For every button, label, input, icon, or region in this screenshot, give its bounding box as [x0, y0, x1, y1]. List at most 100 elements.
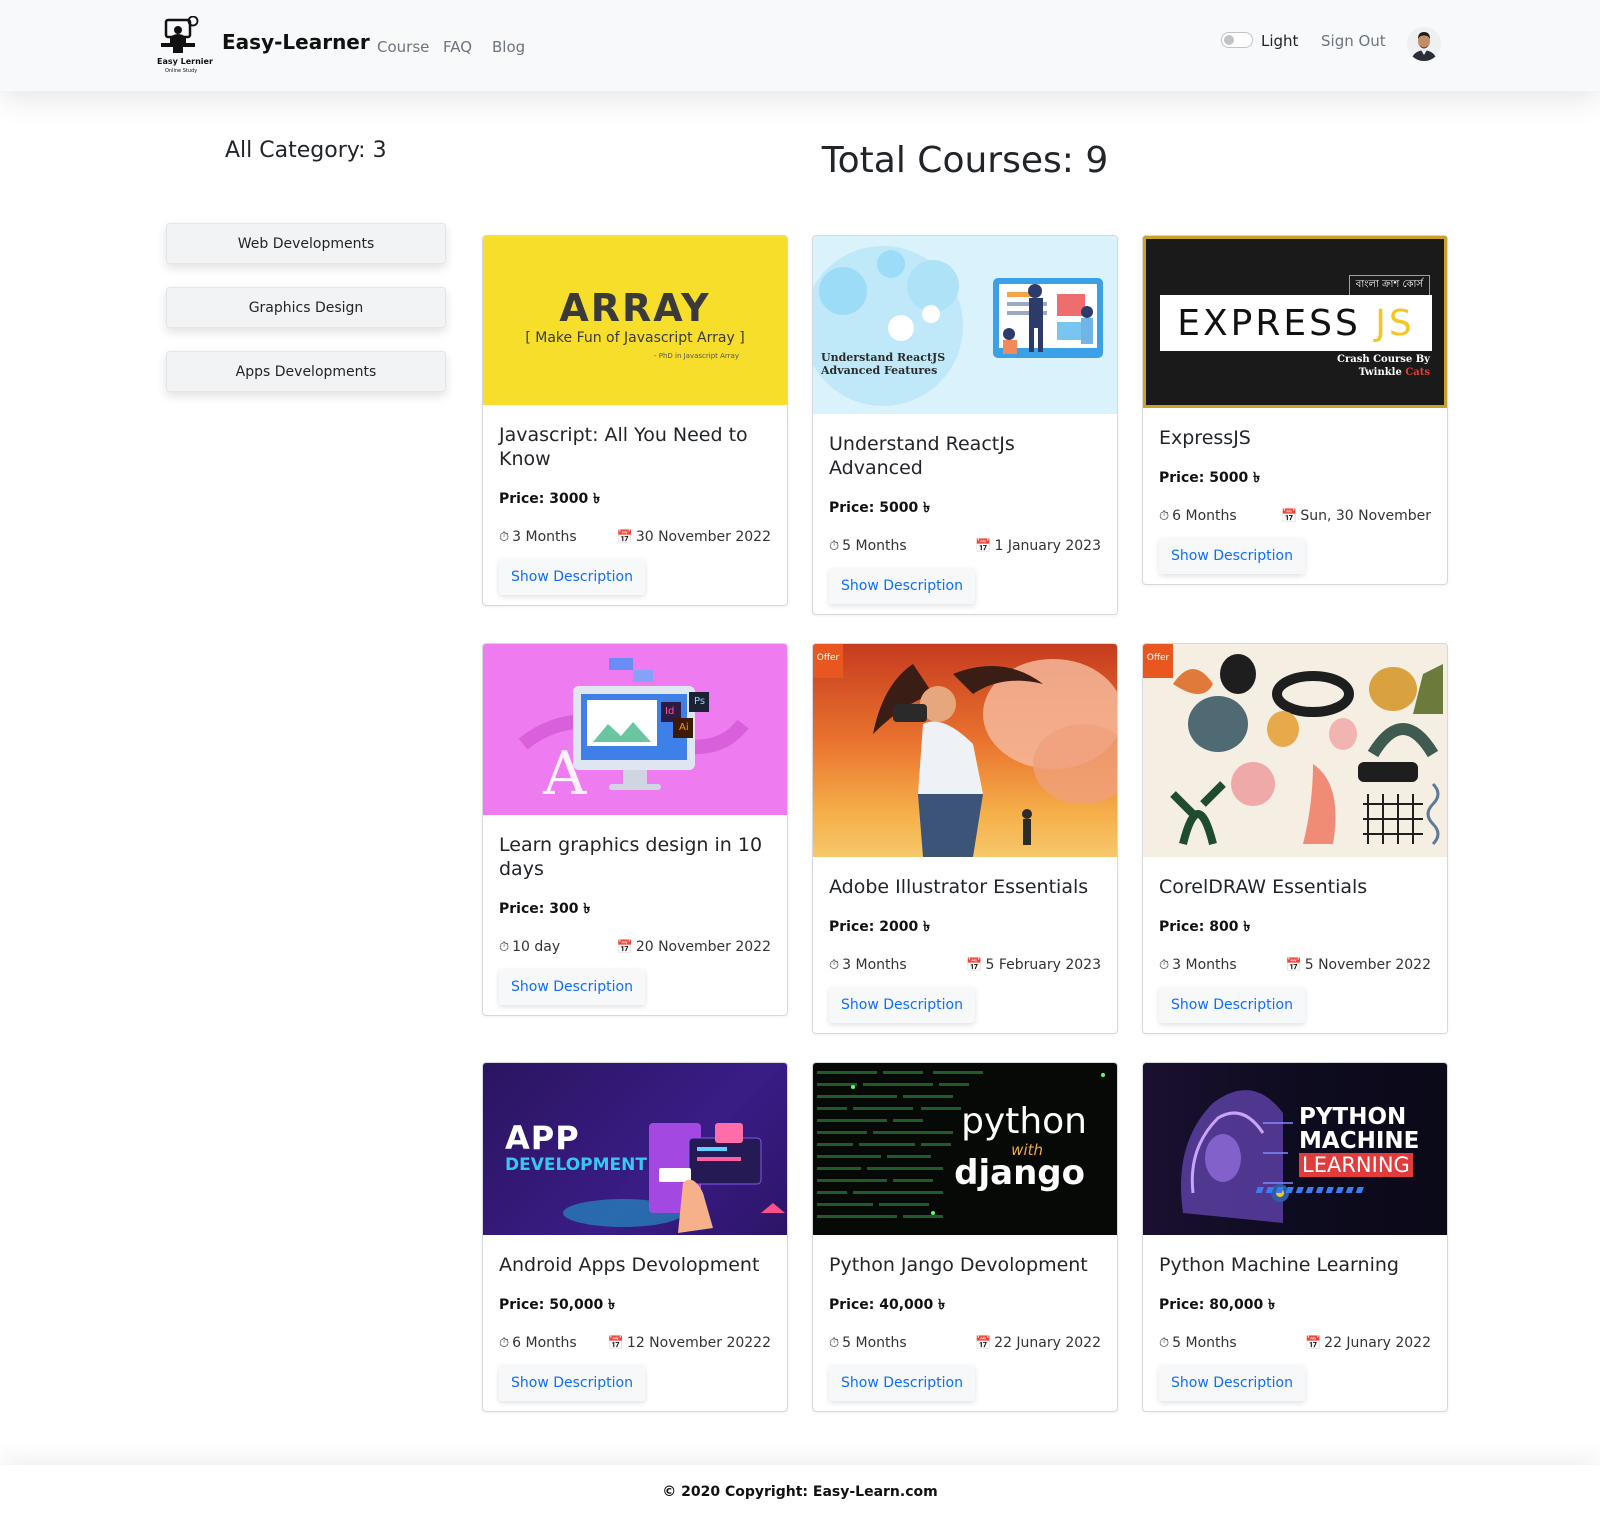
course-image-illustrator[interactable]: Offer — [813, 644, 1117, 857]
course-price: Price: 2000 ৳ — [829, 919, 931, 935]
course-image-react[interactable]: Understand ReactJS Advanced Features — [813, 236, 1117, 414]
course-price: Price: 800 ৳ — [1159, 919, 1251, 935]
course-price: Price: 40,000 ৳ — [829, 1297, 946, 1313]
image-text-line: Crash Course By — [1337, 354, 1430, 365]
course-price: Price: 80,000 ৳ — [1159, 1297, 1276, 1313]
image-text-line: Understand ReactJS — [821, 351, 946, 364]
course-image-coreldraw[interactable]: Offer — [1143, 644, 1447, 857]
show-description-button[interactable]: Show Description — [829, 568, 975, 604]
course-date: 22 Junary 2022 — [994, 1335, 1101, 1351]
user-avatar-icon — [1407, 27, 1441, 61]
brand-name[interactable]: Easy-Learner — [222, 30, 370, 54]
course-card: python with django Python Jango Devolopm… — [812, 1062, 1118, 1412]
avatar[interactable] — [1407, 27, 1441, 61]
theme-toggle[interactable] — [1221, 32, 1253, 48]
show-description-button[interactable]: Show Description — [829, 987, 975, 1023]
course-image-array[interactable]: ARRAY [ Make Fun of Javascript Array ] -… — [483, 236, 787, 405]
show-description-button[interactable]: Show Description — [499, 1365, 645, 1401]
course-image-app-development[interactable]: APP DEVELOPMENT — [483, 1063, 787, 1235]
calendar-icon: 📅 — [607, 1336, 624, 1351]
course-price: Price: 3000 ৳ — [499, 491, 601, 507]
total-courses-heading: Total Courses: 9 — [821, 140, 1109, 181]
course-card: Offer CorelDRAW Essentials Price: 800 ৳ — [1142, 643, 1448, 1034]
calendar-icon: 📅 — [1285, 958, 1302, 973]
timer-icon: ⏱ — [499, 530, 510, 545]
sign-out-link[interactable]: Sign Out — [1321, 32, 1386, 50]
course-title: Understand ReactJs Advanced — [829, 433, 1015, 479]
course-card: Understand ReactJS Advanced Features Und… — [812, 235, 1118, 615]
calendar-icon: 📅 — [1304, 1336, 1322, 1351]
calendar-icon: 📅 — [966, 958, 983, 973]
matrix-code-pattern — [817, 1071, 1105, 1218]
course-image-python-django[interactable]: python with django — [813, 1063, 1117, 1235]
show-description-button[interactable]: Show Description — [499, 559, 645, 595]
illustrator-icon: Ai — [679, 722, 689, 733]
graphics-illustration: A — [518, 658, 749, 809]
timer-icon: ⏱ — [499, 940, 510, 955]
timer-icon: ⏱ — [829, 1336, 840, 1351]
timer-icon: ⏱ — [829, 958, 840, 973]
timer-icon: ⏱ — [829, 539, 840, 554]
course-date: 22 Junary 2022 — [1324, 1335, 1431, 1351]
course-date: Sun, 30 November — [1300, 508, 1431, 524]
nav-link-course[interactable]: Course — [377, 38, 429, 56]
course-image-python-ml[interactable]: PYTHON MACHINE LEARNING — [1143, 1063, 1447, 1235]
course-image-graphics[interactable]: A Ps Ai Id — [483, 644, 787, 815]
course-duration: 5 Months — [1172, 1335, 1237, 1351]
show-description-button[interactable]: Show Description — [829, 1365, 975, 1401]
brand-logo[interactable]: Easy Lernier Online Study — [157, 15, 219, 78]
course-duration: 3 Months — [1172, 957, 1237, 973]
course-title: CorelDRAW Essentials — [1159, 876, 1368, 898]
course-price: Price: 300 ৳ — [499, 901, 591, 917]
course-title: Learn graphics design in 10 days — [499, 834, 763, 880]
logo-subtext: Online Study — [165, 68, 198, 74]
image-text: django — [954, 1153, 1085, 1193]
course-title: Android Apps Devolopment — [499, 1254, 760, 1276]
coreldraw-illustration — [1170, 654, 1443, 846]
calendar-icon: 📅 — [974, 1336, 992, 1351]
timer-icon: ⏱ — [499, 1336, 510, 1351]
course-image-express[interactable]: বাংলা ক্রাশ কোর্স EXPRESS JS Crash Cours… — [1143, 236, 1447, 408]
image-text: LEARNING — [1299, 1153, 1413, 1177]
image-text: Understand ReactJS Advanced Features — [821, 351, 945, 377]
image-text: JS — [1375, 302, 1415, 344]
category-web-developments[interactable]: Web Developments — [166, 223, 446, 264]
course-duration: 3 Months — [512, 529, 577, 545]
show-description-button[interactable]: Show Description — [1159, 1365, 1305, 1401]
timer-icon: ⏱ — [1159, 1336, 1170, 1351]
course-card: PYTHON MACHINE LEARNING Python Machine L… — [1142, 1062, 1448, 1412]
course-card: APP DEVELOPMENT Android Apps Devolopment… — [482, 1062, 788, 1412]
image-text: EXPRESS — [1177, 302, 1361, 344]
course-title: ExpressJS — [1159, 427, 1251, 449]
timer-icon: ⏱ — [1159, 509, 1170, 524]
image-text: python — [961, 1101, 1087, 1142]
theme-label: Light — [1261, 32, 1299, 50]
course-duration: 5 Months — [842, 538, 907, 554]
show-description-button[interactable]: Show Description — [499, 969, 645, 1005]
course-card: বাংলা ক্রাশ কোর্স EXPRESS JS Crash Cours… — [1142, 235, 1448, 585]
nav-link-faq[interactable]: FAQ — [443, 38, 472, 56]
image-text-line: Advanced Features — [821, 364, 938, 377]
image-text: Crash Course By Twinkle Cats — [1337, 353, 1430, 379]
course-meta: ⏱ 6 Months 📅 12 November 20222 — [499, 1335, 771, 1351]
image-badge: বাংলা ক্রাশ কোর্স — [1348, 275, 1430, 296]
course-date: 1 January 2023 — [994, 538, 1101, 554]
calendar-icon: 📅 — [616, 940, 633, 955]
course-title: Python Jango Devolopment — [829, 1254, 1088, 1276]
react-illustration — [813, 246, 1103, 406]
learner-icon — [161, 15, 199, 53]
svg-text:A: A — [542, 739, 587, 809]
indesign-icon: Id — [665, 706, 675, 717]
offer-badge: Offer — [1143, 644, 1173, 678]
show-description-button[interactable]: Show Description — [1159, 538, 1305, 574]
course-card: A Ps Ai Id Learn graphics design in 10 d… — [482, 643, 788, 1016]
image-title-box: EXPRESS JS — [1160, 295, 1432, 351]
category-graphics-design[interactable]: Graphics Design — [166, 287, 446, 328]
nav-link-blog[interactable]: Blog — [492, 38, 525, 56]
course-meta: ⏱ 5 Months 📅 22 Junary 2022 — [829, 1335, 1101, 1351]
image-text: - PhD in Javascript Array — [653, 352, 739, 360]
show-description-button[interactable]: Show Description — [1159, 987, 1305, 1023]
course-duration: 6 Months — [1172, 508, 1237, 524]
course-price: Price: 50,000 ৳ — [499, 1297, 616, 1313]
category-apps-developments[interactable]: Apps Developments — [166, 351, 446, 392]
